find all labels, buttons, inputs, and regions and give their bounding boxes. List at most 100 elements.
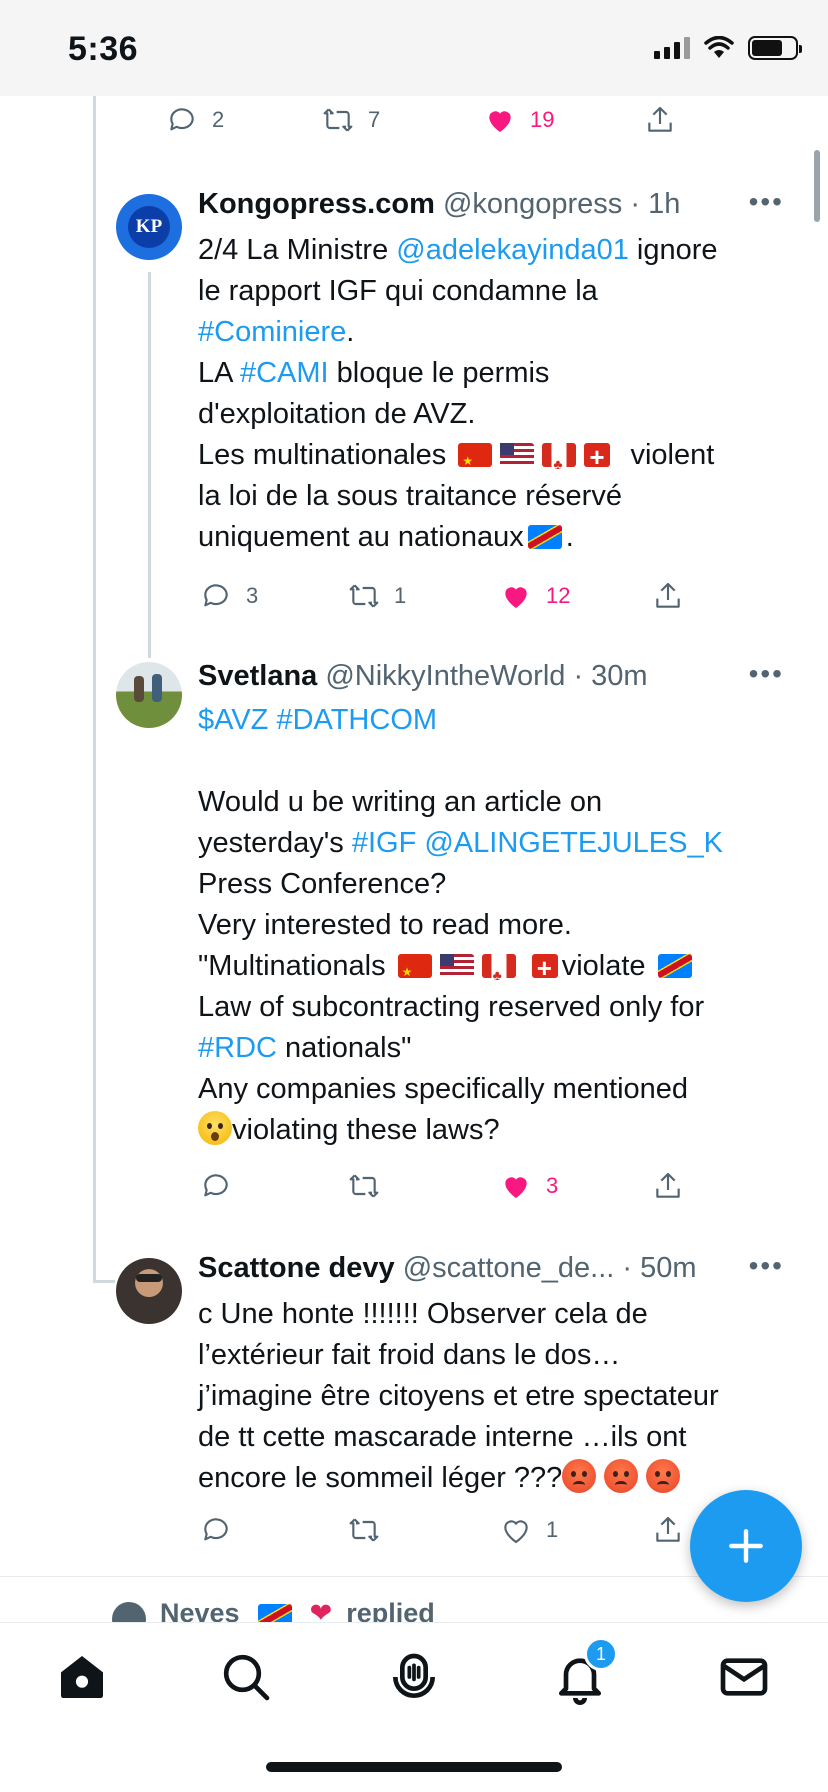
hashtag-link[interactable]: #DATHCOM: [276, 704, 437, 736]
angry-face-emoji-icon: [646, 1459, 681, 1493]
tab-messages[interactable]: [716, 1649, 772, 1705]
compose-tweet-button[interactable]: [690, 1490, 802, 1602]
reply-button[interactable]: [200, 1170, 232, 1202]
reply-bubble-icon: [112, 1602, 146, 1622]
more-options-icon[interactable]: •••: [749, 186, 784, 218]
mention-link[interactable]: @adelekayinda01: [396, 234, 629, 266]
hashtag-link[interactable]: #IGF: [352, 827, 416, 859]
share-icon: [656, 1172, 680, 1198]
reply-button[interactable]: [200, 1514, 232, 1546]
tweet-svetlana-actions: 3: [0, 1170, 828, 1220]
like-button[interactable]: 12: [500, 580, 570, 612]
reply-icon: [170, 108, 194, 131]
tweet-text: c Une honte !!!!!!! Observer cela de l’e…: [198, 1298, 719, 1494]
previous-tweet-actions: 2 7 19: [0, 104, 828, 154]
tab-notifications[interactable]: 1: [552, 1637, 618, 1705]
handle[interactable]: @scattone_de...: [403, 1252, 615, 1284]
tweet-scattone[interactable]: Scattone devy @scattone_de... · 50m ••• …: [0, 1250, 828, 1500]
handle[interactable]: @NikkyIntheWorld: [325, 660, 565, 692]
retweet-icon: [349, 584, 379, 608]
red-heart-icon: ❤: [309, 1598, 333, 1622]
home-indicator[interactable]: [266, 1762, 562, 1772]
tweet-header: Kongopress.com @kongopress · 1h: [198, 188, 748, 221]
heart-filled-icon: [489, 111, 511, 132]
more-options-icon[interactable]: •••: [749, 658, 784, 690]
drc-flag-icon: [257, 1604, 292, 1622]
hashtag-link[interactable]: #RDC: [198, 1032, 277, 1064]
retweet-button[interactable]: [348, 1514, 380, 1546]
display-name[interactable]: Svetlana: [198, 660, 317, 692]
retweet-count: 1: [394, 583, 407, 608]
tab-search[interactable]: [218, 1649, 274, 1705]
mail-icon: [720, 1658, 768, 1696]
china-flag-icon: [458, 441, 493, 482]
status-bar: 5:36: [0, 0, 828, 96]
spaces-microphone-icon: [393, 1653, 435, 1698]
share-icon: [648, 106, 672, 132]
mention-link[interactable]: @ALINGETEJULES_K: [424, 827, 723, 859]
retweet-button[interactable]: [348, 1170, 380, 1202]
timestamp: · 1h: [630, 188, 681, 220]
timestamp: · 30m: [573, 660, 648, 692]
display-name[interactable]: Kongopress.com: [198, 188, 435, 220]
wifi-icon: [704, 36, 734, 58]
reply-icon: [204, 1174, 228, 1197]
us-flag-icon: [439, 954, 474, 978]
hashtag-link[interactable]: #CAMI: [240, 357, 329, 389]
avatar[interactable]: [116, 662, 182, 728]
timestamp: · 50m: [622, 1252, 697, 1284]
switzerland-flag-icon: [531, 948, 558, 989]
avatar-logo: KP: [128, 206, 170, 248]
china-flag-icon: [397, 952, 432, 993]
retweet-button[interactable]: 7: [322, 104, 380, 136]
reply-peek[interactable]: Neves ❤ replied: [112, 1598, 435, 1622]
tweet-header: Scattone devy @scattone_de... · 50m: [198, 1252, 748, 1285]
avatar[interactable]: KP: [116, 194, 182, 260]
notifications-badge: 1: [584, 1637, 618, 1671]
like-button[interactable]: 1: [500, 1514, 558, 1546]
display-name[interactable]: Scattone devy: [198, 1252, 395, 1284]
hashtag-link[interactable]: #Cominiere: [198, 316, 346, 348]
angry-face-emoji-icon: [562, 1459, 597, 1493]
retweet-count: 7: [368, 107, 381, 132]
tweet-text: 2/4 La Ministre @adelekayinda01 ignore l…: [198, 230, 798, 558]
avatar[interactable]: [116, 1258, 182, 1324]
tweet-kongopress[interactable]: KP Kongopress.com @kongopress · 1h ••• 2…: [0, 186, 828, 616]
share-button[interactable]: [652, 1170, 684, 1202]
cashtag-link[interactable]: $AVZ: [198, 704, 268, 736]
like-count: 19: [530, 107, 555, 132]
share-icon: [656, 1516, 680, 1542]
like-button[interactable]: 19: [484, 104, 554, 136]
canada-flag-icon: [481, 954, 516, 996]
tab-home[interactable]: [54, 1649, 110, 1705]
plus-icon: [729, 1529, 763, 1563]
reply-icon: [204, 584, 228, 607]
retweet-button[interactable]: 1: [348, 580, 406, 612]
heart-filled-icon: [505, 1177, 527, 1198]
handle[interactable]: @kongopress: [443, 188, 622, 220]
us-flag-icon: [500, 443, 535, 467]
more-options-icon[interactable]: •••: [749, 1250, 784, 1282]
share-button[interactable]: [644, 104, 676, 136]
reply-button[interactable]: 2: [166, 104, 224, 136]
heart-filled-icon: [505, 587, 527, 608]
retweet-icon: [323, 108, 353, 132]
like-button[interactable]: 3: [500, 1170, 558, 1202]
astonished-face-emoji-icon: [198, 1111, 232, 1145]
tab-spaces[interactable]: [386, 1649, 442, 1705]
cellular-signal-icon: [654, 37, 690, 59]
like-count: 1: [546, 1517, 559, 1542]
reply-count: 3: [246, 583, 259, 608]
tweet-svetlana[interactable]: Svetlana @NikkyIntheWorld · 30m ••• $AVZ…: [0, 658, 828, 1158]
share-button[interactable]: [652, 1514, 684, 1546]
canada-flag-icon: [542, 443, 577, 485]
home-icon: [61, 1656, 103, 1698]
status-icons: [654, 36, 802, 60]
tweet-header: Svetlana @NikkyIntheWorld · 30m: [198, 660, 748, 693]
share-button[interactable]: [652, 580, 684, 612]
switzerland-flag-icon: [584, 437, 611, 478]
like-count: 12: [546, 583, 571, 608]
reply-button[interactable]: 3: [200, 580, 258, 612]
tweet-text: $AVZ #DATHCOM Would u be writing an arti…: [198, 700, 798, 1151]
reply-peek-suffix: replied: [346, 1598, 435, 1622]
